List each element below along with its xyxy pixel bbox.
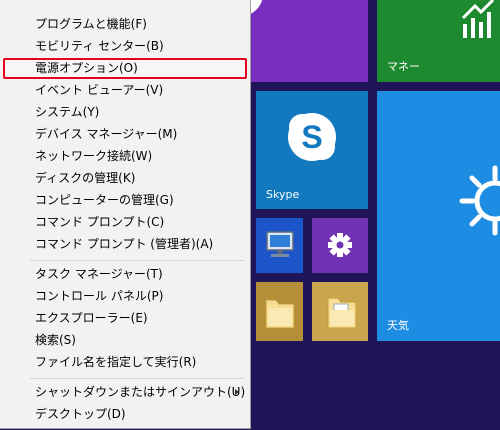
submenu-arrow-icon xyxy=(235,389,239,395)
computer-icon xyxy=(266,231,294,257)
weather-tile-label: 天気 xyxy=(387,319,409,332)
menu-item-programs-and-features[interactable]: プログラムと機能(F) xyxy=(3,14,247,35)
menu-item-run[interactable]: ファイル名を指定して実行(R) xyxy=(3,352,247,373)
folder-icon xyxy=(265,299,295,329)
svg-text:S: S xyxy=(301,119,322,155)
menu-item-search[interactable]: 検索(S) xyxy=(3,330,247,351)
menu-item-explorer[interactable]: エクスプローラー(E) xyxy=(3,308,247,329)
menu-item-shutdown-label: シャットダウンまたはサインアウト(U) xyxy=(35,385,246,399)
computer-tile[interactable] xyxy=(256,218,303,273)
folder-icon xyxy=(327,297,357,329)
menu-item-command-prompt[interactable]: コマンド プロンプト(C) xyxy=(3,212,247,233)
menu-item-desktop[interactable]: デスクトップ(D) xyxy=(3,404,247,425)
folder-tile-1[interactable] xyxy=(256,282,303,341)
skype-tile[interactable]: S Skype xyxy=(256,91,368,209)
menu-item-task-manager[interactable]: タスク マネージャー(T) xyxy=(3,264,247,285)
menu-item-network-connections[interactable]: ネットワーク接続(W) xyxy=(3,146,247,167)
menu-item-device-manager[interactable]: デバイス マネージャー(M) xyxy=(3,124,247,145)
menu-item-control-panel[interactable]: コントロール パネル(P) xyxy=(3,286,247,307)
menu-item-mobility-center[interactable]: モビリティ センター(B) xyxy=(3,36,247,57)
menu-item-disk-management[interactable]: ディスクの管理(K) xyxy=(3,168,247,189)
menu-item-power-options[interactable]: 電源オプション(O) xyxy=(3,58,247,79)
menu-separator xyxy=(30,260,244,261)
menu-separator xyxy=(30,378,244,379)
menu-item-system[interactable]: システム(Y) xyxy=(3,102,247,123)
settings-tile[interactable] xyxy=(312,218,368,273)
folder-tile-2[interactable] xyxy=(312,282,368,341)
menu-item-event-viewer[interactable]: イベント ビューアー(V) xyxy=(3,80,247,101)
context-menu: プログラムと機能(F) モビリティ センター(B) 電源オプション(O) イベン… xyxy=(0,0,251,429)
menu-item-computer-management[interactable]: コンピューターの管理(G) xyxy=(3,190,247,211)
sun-icon xyxy=(459,165,500,236)
money-tile[interactable]: マネー xyxy=(377,0,500,82)
skype-tile-label: Skype xyxy=(266,188,300,201)
weather-tile[interactable]: 天気 xyxy=(377,91,500,341)
money-tile-label: マネー xyxy=(387,60,420,73)
menu-item-command-prompt-admin[interactable]: コマンド プロンプト (管理者)(A) xyxy=(3,234,247,255)
menu-item-shutdown-or-sign-out[interactable]: シャットダウンまたはサインアウト(U) xyxy=(3,382,247,403)
gear-icon xyxy=(328,233,352,257)
